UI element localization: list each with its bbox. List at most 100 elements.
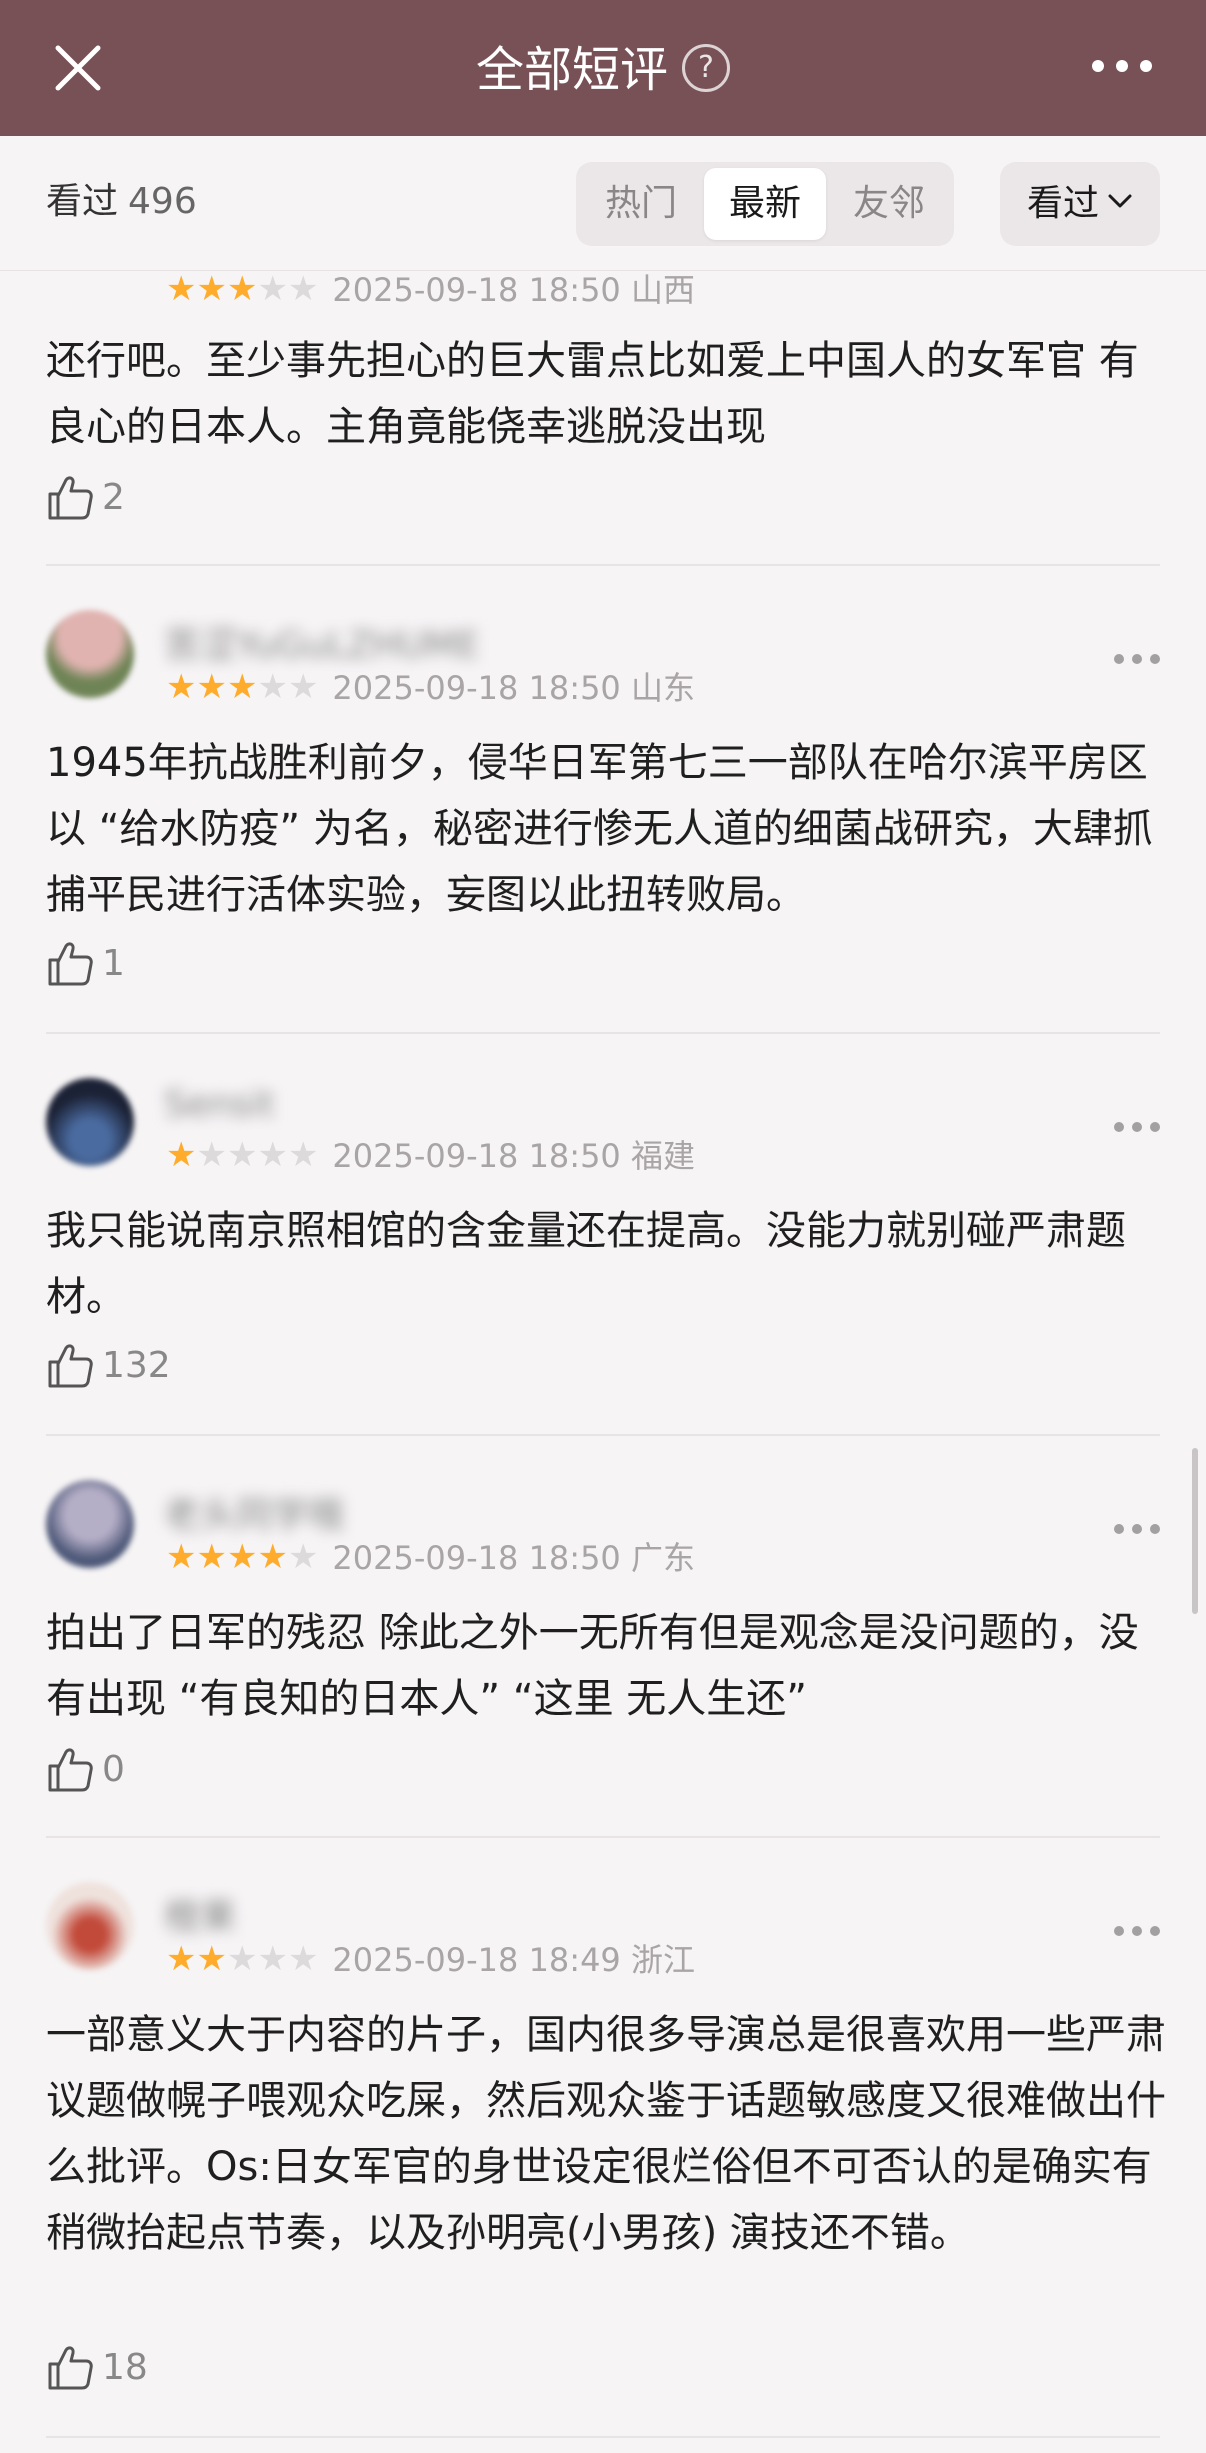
help-icon[interactable]: ?	[682, 44, 730, 92]
chevron-down-icon	[1108, 194, 1132, 208]
comment-item: 苦涩YuGuLZHUME ★★★★★ 2025-09-18 18:50 山东 19…	[46, 610, 1160, 1030]
comment-item: 橙果 ★★★★★ 2025-09-18 18:49 浙江 一部意义大于内容的片子，…	[46, 1882, 1166, 2402]
star-filled-icon: ★	[196, 269, 227, 309]
star-rating: ★★★★★	[166, 1537, 318, 1577]
comment-meta: ★★★★★ 2025-09-18 18:50 山东	[166, 668, 695, 710]
like-button[interactable]: 18	[46, 2344, 148, 2392]
sort-segmented-control: 热门 最新 友邻	[576, 162, 954, 246]
comment-more-icon[interactable]	[1114, 1122, 1160, 1132]
tab-latest[interactable]: 最新	[704, 168, 826, 240]
comment-more-icon[interactable]	[1114, 1524, 1160, 1534]
like-button[interactable]: 1	[46, 940, 125, 988]
comment-more-icon[interactable]	[1114, 654, 1160, 664]
star-empty-icon: ★	[287, 269, 319, 309]
star-empty-icon: ★	[287, 1135, 319, 1175]
star-filled-icon: ★	[166, 269, 197, 309]
comment-text: 1945年抗战胜利前夕，侵华日军第七三一部队在哈尔滨平房区以 “给水防疫” 为名…	[46, 740, 1153, 918]
star-filled-icon: ★	[166, 1939, 197, 1979]
avatar[interactable]	[46, 1882, 134, 1970]
star-rating: ★★★★★	[166, 1939, 318, 1979]
comment-text: 我只能说南京照相馆的含金量还在提高。没能力就别碰严肃题材。	[46, 1208, 1126, 1320]
comment-item: Sensit ★★★★★ 2025-09-18 18:50 福建 我只能说南京照相…	[46, 1078, 1160, 1408]
star-empty-icon: ★	[257, 269, 288, 309]
more-options-icon[interactable]	[1092, 60, 1152, 72]
like-count: 2	[102, 477, 125, 518]
star-empty-icon: ★	[287, 667, 319, 707]
star-filled-icon: ★	[226, 1537, 258, 1577]
star-empty-icon: ★	[196, 1135, 227, 1175]
like-count: 18	[102, 2347, 148, 2388]
seen-count-number: 496	[128, 181, 197, 222]
seen-count: 看过 496	[46, 180, 197, 224]
divider	[46, 1032, 1160, 1034]
comment-date: 2025-09-18 18:50	[332, 1539, 621, 1577]
star-empty-icon: ★	[226, 1939, 258, 1979]
avatar[interactable]	[46, 1480, 134, 1568]
username[interactable]: Sensit	[164, 1084, 275, 1125]
username[interactable]: 苦涩YuGuLZHUME	[164, 616, 479, 668]
comment-more-icon[interactable]	[1114, 1926, 1160, 1936]
seen-count-label: 看过	[46, 181, 119, 222]
star-filled-icon: ★	[196, 667, 227, 707]
comment-location: 福建	[630, 1137, 695, 1175]
comment-meta: ★★★★★ 2025-09-18 18:50 山西	[166, 270, 695, 312]
comment-date: 2025-09-18 18:50	[332, 669, 621, 707]
star-filled-icon: ★	[226, 667, 258, 707]
comment-meta: ★★★★★ 2025-09-18 18:50 广东	[166, 1538, 695, 1580]
like-button[interactable]: 0	[46, 1746, 125, 1794]
star-filled-icon: ★	[257, 1537, 288, 1577]
filter-bar: 看过 496 热门 最新 友邻 看过	[0, 136, 1206, 271]
avatar[interactable]	[46, 1078, 134, 1166]
star-rating: ★★★★★	[166, 269, 318, 309]
comment-text: 拍出了日军的残忍 除此之外一无所有但是观念是没问题的，没有出现 “有良知的日本人…	[46, 1610, 1139, 1722]
like-count: 132	[102, 1345, 171, 1386]
star-rating: ★★★★★	[166, 1135, 318, 1175]
thumbs-up-icon	[48, 2346, 93, 2390]
thumbs-up-icon	[48, 1344, 93, 1388]
comment-date: 2025-09-18 18:50	[332, 1137, 621, 1175]
comment-location: 浙江	[630, 1941, 695, 1979]
comment-location: 山东	[630, 669, 695, 707]
star-empty-icon: ★	[287, 1939, 319, 1979]
star-filled-icon: ★	[196, 1939, 227, 1979]
comment-meta: ★★★★★ 2025-09-18 18:49 浙江	[166, 1940, 695, 1982]
like-count: 0	[102, 1749, 125, 1790]
star-filled-icon: ★	[166, 1537, 197, 1577]
navigation-header: 全部短评?	[0, 0, 1206, 136]
like-count: 1	[102, 943, 125, 984]
divider	[46, 2436, 1160, 2438]
comment-date: 2025-09-18 18:49	[332, 1941, 621, 1979]
like-button[interactable]: 132	[46, 1342, 171, 1390]
thumbs-up-icon	[48, 476, 93, 520]
comment-date: 2025-09-18 18:50	[332, 271, 621, 309]
divider	[46, 1836, 1160, 1838]
username[interactable]: 橙果	[164, 1888, 236, 1940]
like-button[interactable]: 2	[46, 474, 125, 522]
scrollbar[interactable]	[1192, 1448, 1198, 1614]
star-empty-icon: ★	[226, 1135, 258, 1175]
divider	[46, 1434, 1160, 1436]
thumbs-up-icon	[48, 1748, 93, 1792]
avatar[interactable]	[46, 610, 134, 698]
tab-hot[interactable]: 热门	[580, 168, 702, 240]
comment-text: 一部意义大于内容的片子，国内很多导演总是很喜欢用一些严肃议题做幌子喂观众吃屎，然…	[46, 2012, 1166, 2256]
username[interactable]: 老头同学哦	[164, 1486, 344, 1538]
star-filled-icon: ★	[196, 1537, 227, 1577]
comment-text: 还行吧。至少事先担心的巨大雷点比如爱上中国人的女军官 有良心的日本人。主角竟能侥…	[46, 338, 1139, 450]
star-empty-icon: ★	[257, 1939, 288, 1979]
star-rating: ★★★★★	[166, 667, 318, 707]
star-empty-icon: ★	[257, 1135, 288, 1175]
star-filled-icon: ★	[166, 1135, 197, 1175]
page-title: 全部短评?	[0, 40, 1206, 100]
comment-location: 广东	[630, 1539, 695, 1577]
comment-item: ★★★★★ 2025-09-18 18:50 山西 还行吧。至少事先担心的巨大雷点…	[46, 270, 1160, 570]
star-filled-icon: ★	[226, 269, 258, 309]
status-dropdown-label: 看过	[1026, 183, 1099, 224]
star-filled-icon: ★	[166, 667, 197, 707]
page-title-text: 全部短评	[475, 42, 668, 98]
star-empty-icon: ★	[257, 667, 288, 707]
comment-item: 老头同学哦 ★★★★★ 2025-09-18 18:50 广东 拍出了日军的残忍 …	[46, 1480, 1160, 1810]
tab-friends[interactable]: 友邻	[828, 168, 950, 240]
star-empty-icon: ★	[287, 1537, 319, 1577]
status-dropdown[interactable]: 看过	[1000, 162, 1160, 246]
